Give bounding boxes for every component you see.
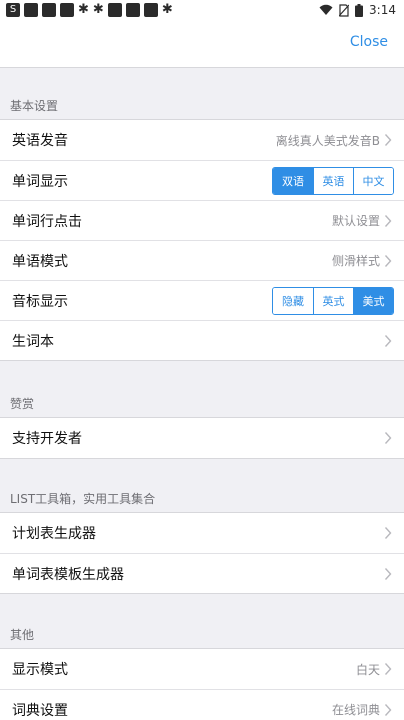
- chevron-right-icon: [384, 334, 392, 347]
- section-header-basic: 基本设置: [10, 99, 59, 113]
- row-vocab-book[interactable]: 生词本: [0, 320, 404, 360]
- notification-app-icon: [125, 3, 140, 17]
- chevron-right-icon: [384, 134, 392, 146]
- chevron-right-icon: [384, 567, 392, 580]
- row-value: 侧滑样式: [331, 254, 380, 268]
- notification-s-icon: S: [6, 3, 20, 17]
- row-pronunciation[interactable]: 英语发音 离线真人美式发音B: [0, 120, 404, 160]
- row-label: 生词本: [12, 333, 54, 350]
- segment-bilingual[interactable]: 双语: [273, 167, 313, 194]
- row-label: 英语发音: [12, 133, 68, 149]
- row-dictionary-settings[interactable]: 词典设置 在线词典: [0, 689, 404, 720]
- phonetic-segmented-control: 隐藏 英式 美式: [272, 286, 394, 315]
- row-support-developer[interactable]: 支持开发者: [0, 418, 404, 458]
- chevron-right-icon: [384, 214, 392, 227]
- nav-bar: Close: [0, 24, 404, 68]
- status-time: 3:14: [369, 3, 396, 17]
- row-label: 计划表生成器: [12, 526, 96, 542]
- section-header-tools: LIST工具箱，实用工具集合: [10, 492, 156, 506]
- notification-app-icon: [42, 3, 56, 17]
- close-button[interactable]: Close: [350, 34, 388, 50]
- settings-group-other: 显示模式 白天 词典设置 在线词典: [0, 648, 404, 720]
- row-value: 默认设置: [331, 214, 380, 228]
- chevron-right-icon: [384, 703, 392, 716]
- row-word-row-click[interactable]: 单词行点击 默认设置: [0, 200, 404, 240]
- chevron-right-icon: [384, 254, 392, 267]
- segment-hide[interactable]: 隐藏: [273, 287, 313, 314]
- notification-icons: S ✱ ✱ ✱: [6, 3, 173, 17]
- status-bar: S ✱ ✱ ✱ 3:14: [0, 0, 404, 24]
- section-header-other: 其他: [10, 628, 35, 642]
- chevron-right-icon: [384, 432, 392, 444]
- row-label: 支持开发者: [12, 431, 82, 447]
- no-sim-icon: [339, 3, 350, 17]
- wifi-icon: [319, 4, 333, 15]
- row-plan-generator[interactable]: 计划表生成器: [0, 513, 404, 553]
- segment-british[interactable]: 英式: [313, 287, 353, 314]
- row-label: 词典设置: [12, 702, 68, 719]
- row-phonetic-display: 音标显示 隐藏 英式 美式: [0, 280, 404, 320]
- row-value: 离线真人美式发音B: [275, 133, 380, 148]
- row-word-display: 单词显示 双语 英语 中文: [0, 160, 404, 200]
- battery-icon: [355, 3, 364, 17]
- notification-bug-icon: ✱: [78, 2, 89, 17]
- section-header-reward: 赞赏: [10, 397, 35, 411]
- segment-chinese[interactable]: 中文: [353, 167, 393, 194]
- row-value: 在线词典: [331, 703, 380, 717]
- notification-app-icon: [143, 3, 158, 17]
- notification-bug-icon: ✱: [92, 2, 104, 17]
- settings-group-tools: 计划表生成器 单词表模板生成器: [0, 512, 404, 594]
- row-label: 单词显示: [12, 173, 68, 190]
- chevron-right-icon: [384, 527, 392, 539]
- chevron-right-icon: [384, 663, 392, 675]
- row-wordlist-template-generator[interactable]: 单词表模板生成器: [0, 553, 404, 593]
- notification-app-icon: [24, 3, 38, 17]
- word-display-segmented-control: 双语 英语 中文: [272, 166, 394, 195]
- row-display-mode[interactable]: 显示模式 白天: [0, 649, 404, 689]
- notification-app-icon: [107, 3, 122, 17]
- row-word-mode[interactable]: 单语模式 侧滑样式: [0, 240, 404, 280]
- row-label: 音标显示: [12, 293, 68, 310]
- row-value: 白天: [355, 662, 380, 677]
- segment-english[interactable]: 英语: [313, 167, 353, 194]
- segment-american[interactable]: 美式: [353, 287, 393, 314]
- row-label: 单词表模板生成器: [12, 566, 124, 583]
- notification-bug-icon: ✱: [161, 2, 173, 17]
- notification-app-icon: [60, 3, 74, 17]
- row-label: 单语模式: [12, 253, 68, 270]
- row-label: 单词行点击: [12, 213, 82, 230]
- settings-group-reward: 支持开发者: [0, 417, 404, 459]
- row-label: 显示模式: [12, 662, 68, 678]
- settings-group-basic: 英语发音 离线真人美式发音B 单词显示 双语 英语 中文 单词行点击 默认设置 …: [0, 119, 404, 361]
